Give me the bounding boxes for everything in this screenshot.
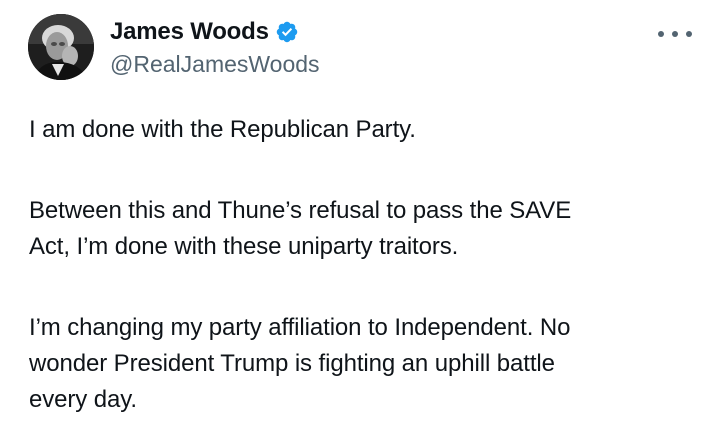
author-header: James Woods bbox=[110, 14, 299, 50]
tweet-card: James Woods @RealJamesWoods I am done wi… bbox=[0, 0, 720, 439]
verified-badge-icon bbox=[275, 20, 299, 44]
tweet-line: I’m changing my party affiliation to Ind… bbox=[29, 314, 571, 341]
display-name[interactable]: James Woods bbox=[110, 18, 269, 46]
tweet-paragraph-2: Between this and Thune’s refusal to pass… bbox=[29, 193, 699, 265]
author-handle[interactable]: @RealJamesWoods bbox=[110, 51, 320, 78]
tweet-line: Between this and Thune’s refusal to pass… bbox=[29, 197, 572, 224]
tweet-paragraph-1: I am done with the Republican Party. bbox=[29, 112, 699, 148]
tweet-line: I am done with the Republican Party. bbox=[29, 116, 416, 143]
tweet-line: wonder President Trump is fighting an up… bbox=[29, 350, 555, 377]
avatar-photo bbox=[28, 14, 94, 80]
tweet-line: every day. bbox=[29, 386, 137, 413]
more-dot bbox=[672, 31, 678, 37]
avatar[interactable] bbox=[28, 14, 94, 80]
tweet-paragraph-3: I’m changing my party affiliation to Ind… bbox=[29, 310, 699, 418]
more-options-icon[interactable] bbox=[658, 26, 692, 42]
more-dot bbox=[686, 31, 692, 37]
tweet-line: Act, I’m done with these uniparty traito… bbox=[29, 233, 459, 260]
more-dot bbox=[658, 31, 664, 37]
